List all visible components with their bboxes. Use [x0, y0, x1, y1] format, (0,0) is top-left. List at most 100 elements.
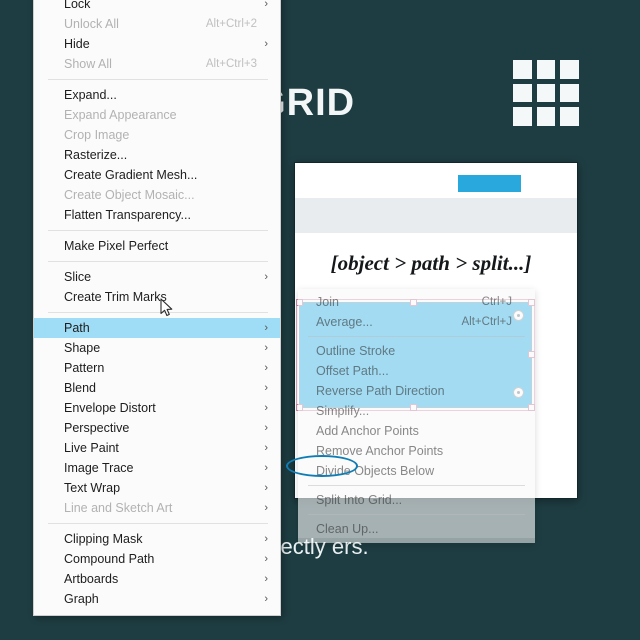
submenu-item-reverse-path-direction[interactable]: Reverse Path Direction [298, 381, 535, 401]
submenu-item-simplify[interactable]: Simplify... [298, 401, 535, 421]
menu-item-text-wrap[interactable]: Text Wrap › [34, 478, 280, 498]
menu-item-label: Pattern [64, 361, 105, 375]
menu-item-live-paint[interactable]: Live Paint › [34, 438, 280, 458]
menu-item-label: Path [64, 321, 90, 335]
menu-item-flatten-transparency[interactable]: Flatten Transparency... [34, 205, 280, 225]
menu-item-label: Envelope Distort [64, 401, 156, 415]
submenu-item-label: Reverse Path Direction [316, 384, 445, 398]
menu-item-label: Flatten Transparency... [64, 208, 191, 222]
menu-item-crop-image[interactable]: Crop Image [34, 125, 280, 145]
menu-item-blend[interactable]: Blend › [34, 378, 280, 398]
path-submenu[interactable]: Join Ctrl+J Average... Alt+Ctrl+J Outlin… [298, 289, 535, 543]
menu-item-label: Unlock All [64, 17, 119, 31]
chevron-right-icon: › [264, 422, 268, 434]
menu-item-pattern[interactable]: Pattern › [34, 358, 280, 378]
menu-item-label: Line and Sketch Art [64, 501, 173, 515]
menu-item-lock[interactable]: Lock › [34, 0, 280, 14]
submenu-item-label: Offset Path... [316, 364, 389, 378]
submenu-item-add-anchor-points[interactable]: Add Anchor Points [298, 421, 535, 441]
menu-item-label: Graph [64, 592, 99, 606]
menu-item-compound-path[interactable]: Compound Path › [34, 549, 280, 569]
submenu-item-label: Clean Up... [316, 522, 379, 536]
submenu-item-split-into-grid[interactable]: Split Into Grid... [298, 490, 535, 510]
menu-item-create-object-mosaic[interactable]: Create Object Mosaic... [34, 185, 280, 205]
menu-item-unlock-all[interactable]: Unlock All Alt+Ctrl+2 [34, 14, 280, 34]
grid-3x3-icon [513, 60, 579, 126]
menu-separator [48, 523, 268, 524]
menu-item-label: Rasterize... [64, 148, 128, 162]
submenu-item-offset-path[interactable]: Offset Path... [298, 361, 535, 381]
menu-item-label: Compound Path [64, 552, 155, 566]
chevron-right-icon: › [264, 0, 268, 10]
submenu-item-outline-stroke[interactable]: Outline Stroke [298, 341, 535, 361]
chevron-right-icon: › [264, 533, 268, 545]
menu-item-label: Slice [64, 270, 92, 284]
menu-item-image-trace[interactable]: Image Trace › [34, 458, 280, 478]
menu-item-envelope-distort[interactable]: Envelope Distort › [34, 398, 280, 418]
card-caption: [object > path > split...] [330, 251, 532, 275]
chevron-right-icon: › [264, 271, 268, 283]
menu-item-label: Create Trim Marks [64, 290, 167, 304]
submenu-item-label: Average... [316, 315, 373, 329]
menu-item-path[interactable]: Path › [34, 318, 280, 338]
menu-item-label: Crop Image [64, 128, 130, 142]
menu-separator [48, 230, 268, 231]
submenu-item-shortcut: Ctrl+J [481, 296, 512, 308]
menu-item-label: Perspective [64, 421, 130, 435]
menu-item-shape[interactable]: Shape › [34, 338, 280, 358]
menu-item-label: Create Object Mosaic... [64, 188, 195, 202]
object-context-menu[interactable]: Lock › Unlock All Alt+Ctrl+2 Hide › Show… [33, 0, 281, 616]
menu-item-create-gradient-mesh[interactable]: Create Gradient Mesh... [34, 165, 280, 185]
menu-item-perspective[interactable]: Perspective › [34, 418, 280, 438]
menu-item-artboards[interactable]: Artboards › [34, 569, 280, 589]
chevron-right-icon: › [264, 382, 268, 394]
submenu-item-join[interactable]: Join Ctrl+J [298, 292, 535, 312]
menu-item-show-all[interactable]: Show All Alt+Ctrl+3 [34, 54, 280, 74]
menu-item-label: Hide [64, 37, 90, 51]
submenu-item-label: Simplify... [316, 404, 370, 418]
submenu-separator [308, 485, 525, 486]
menu-item-slice[interactable]: Slice › [34, 267, 280, 287]
chevron-right-icon: › [264, 573, 268, 585]
menu-item-label: Live Paint [64, 441, 119, 455]
submenu-separator [308, 514, 525, 515]
submenu-item-label: Split Into Grid... [316, 493, 403, 507]
menu-item-shortcut: Alt+Ctrl+2 [205, 18, 257, 30]
menu-item-rasterize[interactable]: Rasterize... [34, 145, 280, 165]
chevron-right-icon: › [264, 502, 268, 514]
menu-separator [48, 79, 268, 80]
menu-item-create-trim-marks[interactable]: Create Trim Marks [34, 287, 280, 307]
chevron-right-icon: › [264, 553, 268, 565]
menu-item-line-and-sketch-art[interactable]: Line and Sketch Art › [34, 498, 280, 518]
submenu-separator [308, 336, 525, 337]
chevron-right-icon: › [264, 482, 268, 494]
menu-separator [48, 261, 268, 262]
menu-item-hide[interactable]: Hide › [34, 34, 280, 54]
submenu-item-label: Join [316, 295, 339, 309]
menu-item-label: Expand... [64, 88, 117, 102]
card-accent-bar [458, 175, 521, 192]
annotation-ellipse-divide-objects-below [286, 455, 358, 477]
menu-item-label: Create Gradient Mesh... [64, 168, 198, 182]
menu-item-label: Shape [64, 341, 101, 355]
menu-separator [48, 312, 268, 313]
menu-item-expand-appearance[interactable]: Expand Appearance [34, 105, 280, 125]
menu-item-label: Show All [64, 57, 112, 71]
menu-item-graph[interactable]: Graph › [34, 589, 280, 609]
menu-item-label: Clipping Mask [64, 532, 143, 546]
submenu-item-label: Add Anchor Points [316, 424, 419, 438]
submenu-item-average[interactable]: Average... Alt+Ctrl+J [298, 312, 535, 332]
menu-item-expand[interactable]: Expand... [34, 85, 280, 105]
menu-item-label: Text Wrap [64, 481, 121, 495]
chevron-right-icon: › [264, 442, 268, 454]
chevron-right-icon: › [264, 342, 268, 354]
menu-item-label: Make Pixel Perfect [64, 239, 169, 253]
menu-item-make-pixel-perfect[interactable]: Make Pixel Perfect [34, 236, 280, 256]
submenu-item-label: Outline Stroke [316, 344, 396, 358]
submenu-item-clean-up[interactable]: Clean Up... [298, 519, 535, 539]
menu-item-label: Lock [64, 0, 91, 11]
menu-item-clipping-mask[interactable]: Clipping Mask › [34, 529, 280, 549]
menu-item-label: Blend [64, 381, 96, 395]
submenu-item-shortcut: Alt+Ctrl+J [461, 316, 513, 328]
menu-item-label: Artboards [64, 572, 119, 586]
